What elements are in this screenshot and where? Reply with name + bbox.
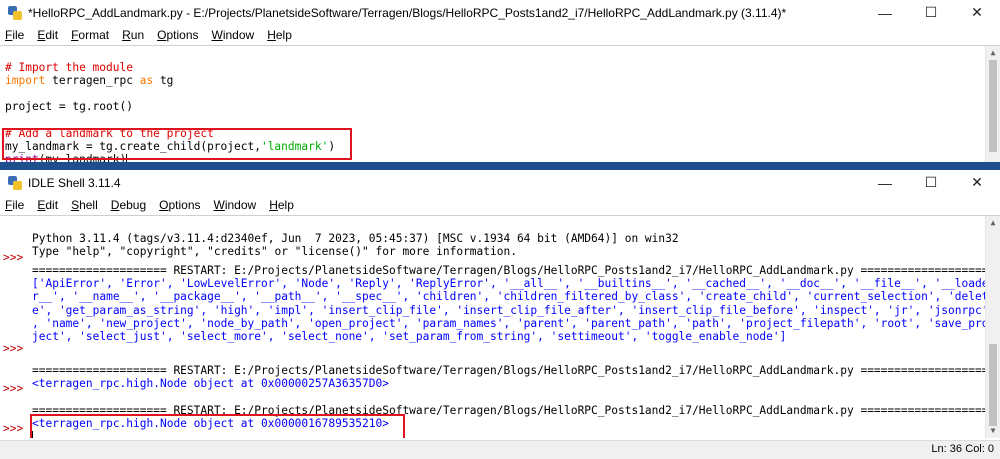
code-line: project = tg.root() bbox=[5, 100, 133, 114]
shell-line: Python 3.11.4 (tags/v3.11.4:d2340ef, Jun… bbox=[32, 232, 679, 246]
menu-file[interactable]: File bbox=[5, 28, 24, 42]
shell-line: ==================== RESTART: E:/Project… bbox=[32, 264, 996, 278]
line-number: Ln: 36 bbox=[931, 443, 962, 455]
status-bar: Ln: 36 Col: 0 bbox=[0, 440, 1000, 459]
scroll-down-arrow-icon[interactable]: ▼ bbox=[988, 426, 998, 436]
menu-options[interactable]: Options bbox=[159, 198, 200, 212]
menu-file[interactable]: File bbox=[5, 198, 24, 212]
shell-menubar: File Edit Shell Debug Options Window Hel… bbox=[0, 195, 1000, 215]
close-button[interactable]: ✕ bbox=[954, 0, 1000, 25]
shell-titlebar[interactable]: IDLE Shell 3.11.4 — ☐ ✕ bbox=[0, 170, 1000, 195]
highlight-box bbox=[30, 414, 405, 438]
menu-help[interactable]: Help bbox=[267, 28, 292, 42]
menu-debug[interactable]: Debug bbox=[111, 198, 146, 212]
shell-line: Type "help", "copyright", "credits" or "… bbox=[32, 245, 517, 259]
scroll-up-arrow-icon[interactable]: ▲ bbox=[988, 48, 998, 58]
shell-line: <terragen_rpc.high.Node object at 0x0000… bbox=[32, 376, 389, 390]
code-line: import terragen_rpc as tg bbox=[5, 74, 174, 88]
menu-window[interactable]: Window bbox=[212, 28, 255, 42]
menu-edit[interactable]: Edit bbox=[37, 28, 58, 42]
shell-line: r__', '__name__', '__package__', '__path… bbox=[32, 290, 989, 304]
column-number: Col: 0 bbox=[965, 443, 994, 455]
close-button[interactable]: ✕ bbox=[954, 170, 1000, 195]
menu-run[interactable]: Run bbox=[122, 28, 144, 42]
code-line: # Import the module bbox=[5, 61, 133, 75]
shell-line: , 'name', 'new_project', 'node_by_path',… bbox=[32, 316, 989, 330]
menu-options[interactable]: Options bbox=[157, 28, 198, 42]
python-logo-icon bbox=[8, 5, 22, 20]
minimize-button[interactable]: — bbox=[862, 0, 908, 25]
menu-help[interactable]: Help bbox=[269, 198, 294, 212]
python-logo-icon bbox=[8, 175, 22, 190]
minimize-button[interactable]: — bbox=[862, 170, 908, 195]
maximize-button[interactable]: ☐ bbox=[908, 170, 954, 195]
shell-prompt: >>> bbox=[3, 251, 24, 264]
editor-menubar: File Edit Format Run Options Window Help bbox=[0, 25, 1000, 45]
shell-line: e', 'get_param_as_string', 'high', 'impl… bbox=[32, 303, 989, 317]
menu-shell[interactable]: Shell bbox=[71, 198, 98, 212]
code-editor[interactable]: # Import the module import terragen_rpc a… bbox=[0, 45, 1000, 162]
scroll-up-arrow-icon[interactable]: ▲ bbox=[988, 218, 998, 228]
shell-title: IDLE Shell 3.11.4 bbox=[28, 175, 121, 190]
editor-scrollbar[interactable]: ▲ bbox=[985, 46, 1000, 162]
shell-output[interactable]: >>> >>> >>> >>> Python 3.11.4 (tags/v3.1… bbox=[0, 215, 1000, 438]
shell-prompt: >>> bbox=[3, 422, 24, 435]
shell-line: ==================== RESTART: E:/Project… bbox=[32, 363, 996, 377]
prompt-gutter: >>> >>> >>> >>> bbox=[0, 216, 26, 438]
shell-prompt: >>> bbox=[3, 342, 24, 355]
shell-prompt: >>> bbox=[3, 382, 24, 395]
editor-titlebar[interactable]: *HelloRPC_AddLandmark.py - E:/Projects/P… bbox=[0, 0, 1000, 25]
menu-window[interactable]: Window bbox=[214, 198, 257, 212]
scrollbar-thumb[interactable] bbox=[989, 344, 997, 426]
shell-line: ject', 'select_just', 'select_more', 'se… bbox=[32, 329, 787, 343]
highlight-box bbox=[2, 128, 352, 160]
shell-line: ['ApiError', 'Error', 'LowLevelError', '… bbox=[32, 277, 989, 291]
menu-format[interactable]: Format bbox=[71, 28, 109, 42]
menu-edit[interactable]: Edit bbox=[37, 198, 58, 212]
editor-window: *HelloRPC_AddLandmark.py - E:/Projects/P… bbox=[0, 0, 1000, 162]
scrollbar-thumb[interactable] bbox=[989, 60, 997, 152]
shell-window: IDLE Shell 3.11.4 — ☐ ✕ File Edit Shell … bbox=[0, 170, 1000, 459]
maximize-button[interactable]: ☐ bbox=[908, 0, 954, 25]
editor-title: *HelloRPC_AddLandmark.py - E:/Projects/P… bbox=[28, 5, 787, 20]
shell-scrollbar[interactable]: ▲ ▼ bbox=[985, 216, 1000, 438]
